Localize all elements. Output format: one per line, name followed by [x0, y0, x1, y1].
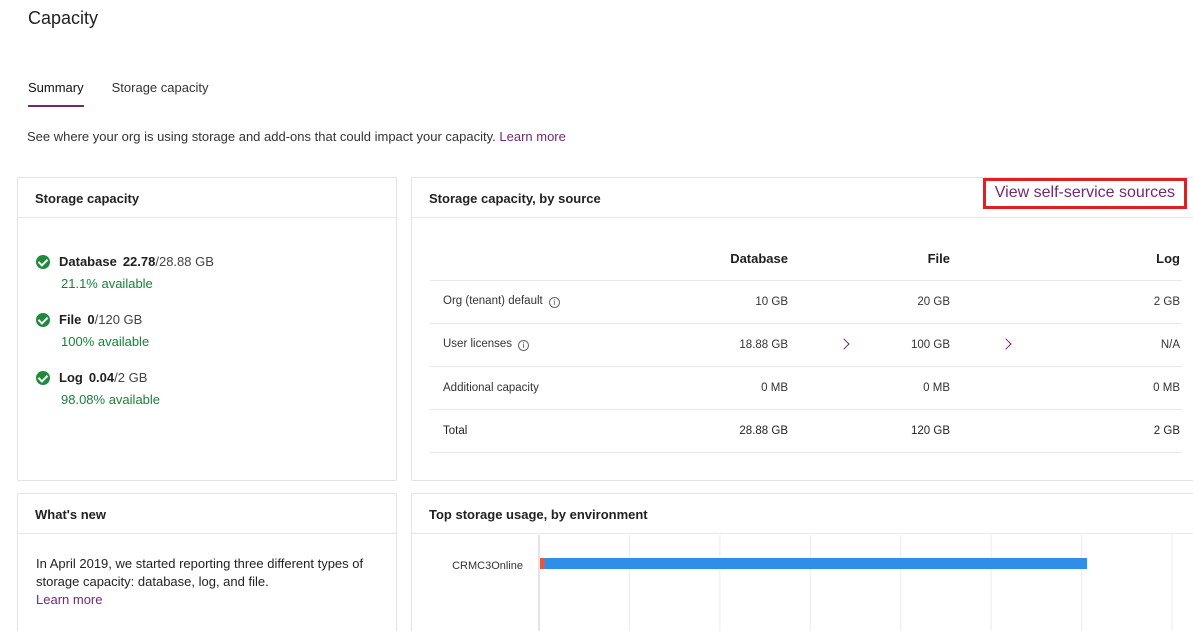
learn-more-link[interactable]: Learn more: [499, 129, 565, 144]
whats-new-title: What's new: [18, 494, 396, 534]
cell-empty: [790, 366, 850, 410]
column-header: [790, 238, 850, 281]
cell-database: 18.88 GB: [640, 323, 790, 367]
column-header-database: Database: [640, 238, 790, 281]
column-header: [430, 238, 640, 281]
cell-log: 2 GB: [1012, 409, 1182, 453]
row-name: Total: [430, 409, 640, 453]
info-icon[interactable]: i: [518, 340, 530, 351]
storage-by-source-card: Storage capacity, by source Database Fil…: [411, 177, 1193, 481]
cell-database: 10 GB: [640, 280, 790, 324]
usage-available: 21.1% available: [61, 276, 153, 291]
chevron-right-icon[interactable]: [838, 337, 850, 350]
description-text: See where your org is using storage and …: [27, 129, 496, 144]
table-row-total: Total 28.88 GB 120 GB 2 GB: [430, 409, 1182, 453]
storage-capacity-title: Storage capacity: [18, 178, 396, 218]
row-name: User licenses i: [430, 323, 640, 367]
chevron-right-icon[interactable]: [1000, 337, 1012, 350]
usage-log: Log 0.04 /2 GB 98.08% available: [36, 370, 160, 407]
page-title: Capacity: [28, 8, 99, 28]
row-label: User licenses: [443, 338, 513, 350]
column-header: [952, 238, 1012, 281]
cell-empty: [952, 409, 1012, 453]
usage-total: /28.88 GB: [155, 254, 214, 269]
whats-new-card: What's new In April 2019, we started rep…: [17, 493, 397, 631]
cell-database: 28.88 GB: [640, 409, 790, 453]
check-circle-icon: [36, 312, 50, 327]
table-row: Org (tenant) default i 10 GB 20 GB 2 GB: [430, 280, 1182, 324]
row-label: Org (tenant) default: [443, 295, 543, 307]
column-header-file: File: [850, 238, 952, 281]
storage-capacity-card: Storage capacity Database 22.78 /28.88 G…: [17, 177, 397, 481]
cell-log: N/A: [1012, 323, 1182, 367]
table-row: Additional capacity 0 MB 0 MB 0 MB: [430, 366, 1182, 410]
row-name: Org (tenant) default i: [430, 280, 640, 324]
usage-database: Database 22.78 /28.88 GB 21.1% available: [36, 254, 214, 291]
top-usage-title: Top storage usage, by environment: [412, 494, 1193, 534]
whats-new-body: In April 2019, we started reporting thre…: [36, 556, 364, 589]
usage-name: Log: [59, 370, 83, 385]
cell-file: 100 GB: [850, 323, 952, 367]
usage-total: /120 GB: [94, 312, 143, 327]
database-expand[interactable]: [790, 323, 850, 367]
cell-empty: [790, 280, 850, 324]
info-icon[interactable]: i: [548, 297, 560, 308]
usage-used: 0: [87, 312, 95, 327]
cell-file: 120 GB: [850, 409, 952, 453]
cell-empty: [952, 366, 1012, 410]
tab-bar: Summary Storage capacity: [28, 80, 208, 107]
top-storage-usage-card: Top storage usage, by environment CRMC3O…: [411, 493, 1193, 631]
file-expand[interactable]: [952, 323, 1012, 367]
usage-file: File 0 /120 GB 100% available: [36, 312, 149, 349]
cell-log: 0 MB: [1012, 366, 1182, 410]
usage-used: 22.78: [122, 254, 156, 269]
usage-available: 100% available: [61, 334, 150, 349]
page-description: See where your org is using storage and …: [27, 129, 566, 144]
cell-log: 2 GB: [1012, 280, 1182, 324]
by-source-table: Database File Log Org (tenant) default i …: [430, 238, 1182, 453]
tab-summary[interactable]: Summary: [28, 80, 84, 107]
whats-new-text: In April 2019, we started reporting thre…: [36, 555, 376, 609]
tab-storage-capacity[interactable]: Storage capacity: [112, 80, 209, 107]
table-header-row: Database File Log: [430, 238, 1182, 281]
usage-bar-chart: CRMC3Online: [452, 535, 1173, 631]
bar-segment-0[interactable]: [540, 558, 545, 569]
table-row: User licenses i 18.88 GB 100 GB N/A: [430, 323, 1182, 367]
usage-total: /2 GB: [114, 370, 148, 385]
column-header-log: Log: [1012, 238, 1182, 281]
usage-name: Database: [59, 254, 117, 269]
row-name: Additional capacity: [430, 366, 640, 410]
category-label: CRMC3Online: [452, 560, 523, 572]
cell-empty: [790, 409, 850, 453]
usage-name: File: [59, 312, 82, 327]
cell-database: 0 MB: [640, 366, 790, 410]
usage-used: 0.04: [88, 370, 115, 385]
whats-new-learn-more-link[interactable]: Learn more: [36, 592, 102, 607]
cell-empty: [952, 280, 1012, 324]
view-self-service-sources-link[interactable]: View self-service sources: [982, 178, 1187, 209]
cell-file: 20 GB: [850, 280, 952, 324]
check-circle-icon: [36, 254, 50, 269]
bar-segment-1[interactable]: [544, 558, 1088, 569]
cell-file: 0 MB: [850, 366, 952, 410]
usage-available: 98.08% available: [61, 392, 161, 407]
check-circle-icon: [36, 370, 50, 385]
